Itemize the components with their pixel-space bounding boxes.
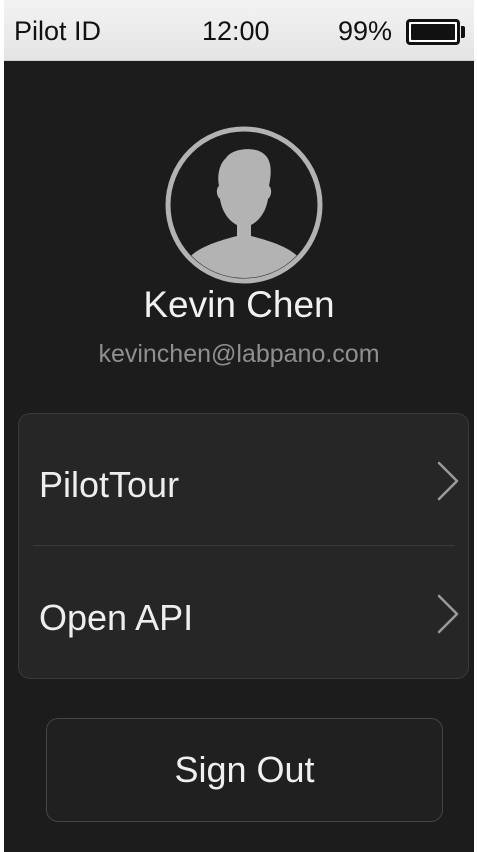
battery-tip [461,26,465,38]
status-time: 12:00 [202,16,270,46]
chevron-right-icon [437,461,459,501]
user-silhouette-icon [165,126,323,284]
status-app-name: Pilot ID [14,16,102,46]
menu-item-open-api[interactable]: Open API [19,547,470,679]
battery-percentage: 99% [338,16,393,46]
menu-card: PilotTour Open API [18,413,469,679]
chevron-right-icon [437,594,459,634]
battery-icon [406,19,460,45]
menu-divider [33,545,454,546]
menu-item-label: Open API [39,597,194,638]
user-name: Kevin Chen [143,284,335,325]
menu-item-label: PilotTour [39,464,180,505]
menu-item-pilottour[interactable]: PilotTour [19,414,470,546]
user-email: kevinchen@labpano.com [98,340,380,368]
profile-screen: Pilot ID 12:00 99% Kevin Chen kevinchen@… [4,0,474,852]
battery-level-fill [411,24,455,40]
status-bar: Pilot ID 12:00 99% [4,0,474,61]
sign-out-button[interactable]: Sign Out [46,718,443,822]
